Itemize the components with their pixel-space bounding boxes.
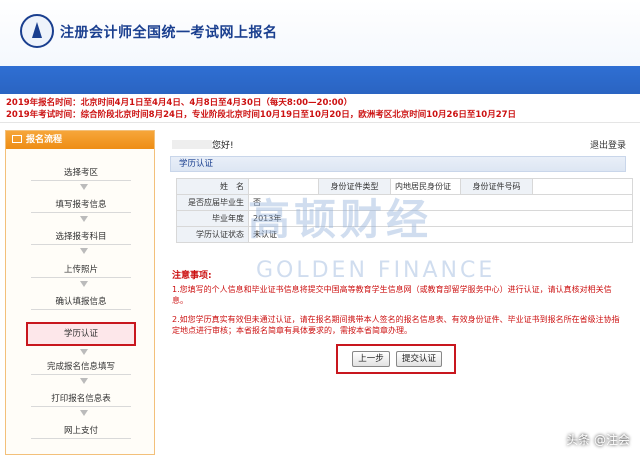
- watermark-en: GOLDEN FINANCE: [256, 258, 496, 283]
- step-arrow-icon: [80, 378, 88, 384]
- logo-icon: [20, 14, 54, 48]
- notes-title: 注意事项:: [172, 271, 212, 281]
- step-arrow-icon: [80, 248, 88, 254]
- action-button-group: 上一步 提交认证: [336, 344, 456, 374]
- logout-link[interactable]: 退出登录: [590, 138, 626, 151]
- id-type-value: 内地居民身份证: [390, 178, 461, 195]
- process-sidebar: 报名流程 选择考区 填写报考信息 选择报考科目 上传照片 确认填报信息 学历认证…: [5, 130, 155, 455]
- fresh-grad-label: 是否应届毕业生: [176, 194, 249, 211]
- grad-year-value: 2013年: [248, 210, 633, 227]
- name-value: [248, 178, 319, 195]
- site-title: 注册会计师全国统一考试网上报名: [60, 25, 278, 41]
- source-watermark: 头条 @注会: [566, 433, 630, 447]
- sidebar-title: 报名流程: [26, 135, 63, 145]
- step-select-region[interactable]: 选择考区: [31, 165, 131, 181]
- site-header: 注册会计师全国统一考试网上报名: [0, 0, 640, 66]
- note-2: 2.如您学历真实有效但未通过认证，请在报名期间携带本人签名的报名信息表、有效身份…: [172, 315, 620, 335]
- id-number-value: [532, 178, 633, 195]
- name-label: 姓 名: [176, 178, 249, 195]
- step-arrow-icon: [80, 349, 88, 355]
- step-select-subjects[interactable]: 选择报考科目: [31, 229, 131, 245]
- step-confirm-info[interactable]: 确认填报信息: [31, 294, 131, 310]
- sidebar-header: 报名流程: [6, 131, 154, 149]
- step-online-payment[interactable]: 网上支付: [31, 423, 131, 439]
- verification-status-value: 未认证: [248, 226, 633, 243]
- verification-status-label: 学历认证状态: [176, 226, 249, 243]
- masked-username: [172, 140, 212, 149]
- id-number-label: 身份证件号码: [460, 178, 533, 195]
- main-panel: 您好! 退出登录 学历认证 姓 名 身份证件类型 内地居民身份证 身份证件号码 …: [160, 130, 636, 455]
- step-print-form[interactable]: 打印报名信息表: [31, 391, 131, 407]
- id-type-label: 身份证件类型: [318, 178, 391, 195]
- prev-step-button[interactable]: 上一步: [352, 351, 390, 367]
- note-1: 1.您填写的个人信息和毕业证书信息将提交中国高等教育学生信息网（或教育部留学服务…: [172, 285, 612, 305]
- fresh-grad-value: 否: [248, 194, 633, 211]
- nav-band: [0, 66, 640, 94]
- greeting: 您好!: [172, 138, 234, 151]
- registration-time-notice: 2019年报名时间：北京时间4月1日至4月4日、4月8日至4月30日（每天8:0…: [6, 98, 353, 108]
- section-title: 学历认证: [170, 156, 626, 172]
- step-upload-photo[interactable]: 上传照片: [31, 262, 131, 278]
- step-fill-info[interactable]: 填写报考信息: [31, 197, 131, 213]
- step-arrow-icon: [80, 216, 88, 222]
- step-arrow-icon: [80, 410, 88, 416]
- step-arrow-icon: [80, 281, 88, 287]
- step-arrow-icon: [80, 184, 88, 190]
- step-education-verification[interactable]: 学历认证: [26, 322, 136, 346]
- monitor-icon: [12, 135, 22, 143]
- exam-time-notice: 2019年考试时间：综合阶段北京时间8月24日，专业阶段北京时间10月19日至1…: [6, 110, 517, 120]
- candidate-info-table: 姓 名 身份证件类型 内地居民身份证 身份证件号码 是否应届毕业生 否 毕业年度…: [176, 178, 633, 243]
- submit-verification-button[interactable]: 提交认证: [396, 351, 442, 367]
- grad-year-label: 毕业年度: [176, 210, 249, 227]
- notice-bar: 2019年报名时间：北京时间4月1日至4月4日、4月8日至4月30日（每天8:0…: [0, 97, 640, 123]
- step-complete-info[interactable]: 完成报名信息填写: [31, 359, 131, 375]
